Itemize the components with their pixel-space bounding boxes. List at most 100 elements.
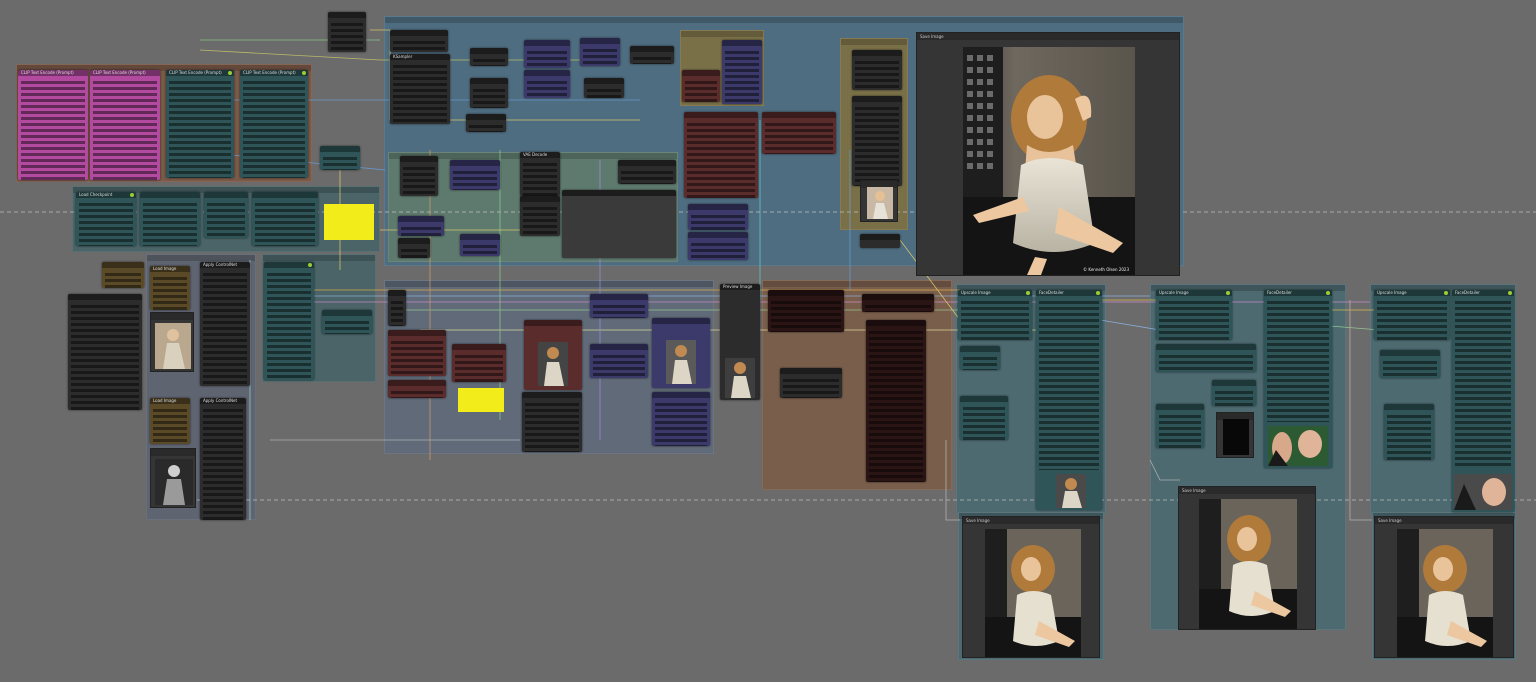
text-display-node[interactable] [562,190,676,258]
model-node-c[interactable] [466,114,506,132]
status-dot-icon [1096,291,1100,295]
pose-image-node-1[interactable] [150,312,194,372]
purple-node-lower-1[interactable] [590,294,648,318]
upscale-node-1a[interactable]: Upscale Image [958,290,1032,340]
empty-latent-node[interactable] [252,192,318,246]
node-graph-canvas[interactable]: CLIP Text Encode (Prompt) CLIP Text Enco… [0,0,1536,682]
checkpoint-loader-node[interactable]: Load Checkpoint [76,192,136,246]
save-image-node[interactable]: Save Image © Kenneth Olsen 2023 [916,32,1180,276]
upscale-node-3b[interactable] [1380,350,1440,378]
controlnet-small-node[interactable] [322,310,372,334]
small-brown-node[interactable] [780,368,842,398]
load-image-node-1[interactable]: Load Image [150,266,190,310]
preview-node-olive[interactable] [860,180,898,222]
upscale-node-3c[interactable] [1384,404,1434,460]
conditioning-node-2[interactable] [524,70,570,98]
upscale-node-2a[interactable]: Upscale Image [1156,290,1232,340]
reroute-node[interactable] [630,46,674,64]
upscale-node-1b[interactable] [960,346,1000,370]
pose-portrait-1 [155,323,191,369]
final-portrait-2 [1199,499,1297,629]
purple-node-lower-2[interactable] [590,344,648,378]
watermark-text: © Kenneth Olsen 2023 [1083,267,1129,272]
purple-node-bottom[interactable] [460,234,500,256]
model-node-a[interactable] [470,48,508,66]
detailer-crop-image-3 [1454,474,1512,510]
face-detailer-node-2[interactable]: FaceDetailer [1264,290,1332,468]
face-detailer-node-3[interactable]: FaceDetailer [1452,290,1514,512]
sampler-settings-node[interactable] [390,30,448,52]
image-save-node-olive[interactable] [682,70,720,102]
conditioning-node-3[interactable] [580,38,620,66]
save-image-node-3[interactable]: Save Image [1374,516,1514,658]
prompt-text-node-brown-1[interactable] [768,290,844,332]
save-image-title: Save Image [920,34,944,39]
small-olive-node[interactable] [860,234,900,248]
purple-preview-node[interactable] [652,318,710,388]
ksampler-node-1[interactable]: KSampler [390,54,450,124]
status-dot-icon [1326,291,1330,295]
preview-portrait-lower-1 [538,342,568,386]
preview-node-dark[interactable]: Preview Image [720,284,760,400]
settings-node-olive-2[interactable] [852,96,902,186]
purple-node-right-2[interactable] [688,232,748,260]
latent-node[interactable] [584,78,624,98]
conditioning-node-1[interactable] [524,40,570,68]
prompt-maroon-small[interactable] [762,112,836,154]
small-dark-node[interactable] [398,238,430,258]
controlnet-node-1[interactable]: Apply ControlNet [200,262,250,386]
status-dot-icon [1026,291,1030,295]
save-image-node-2[interactable]: Save Image [1178,486,1316,630]
settings-node-lower[interactable] [522,392,582,452]
prompt-text-node-brown-2[interactable] [862,294,934,312]
mask-preview-node[interactable] [1216,412,1254,458]
status-dot-icon [1444,291,1448,295]
image-output-node[interactable] [520,196,560,236]
save-image-node-1[interactable]: Save Image [962,516,1100,658]
purple-node-lower-3[interactable] [652,392,710,446]
positive-prompt-node[interactable]: CLIP Text Encode (Prompt) [18,70,88,180]
lora-node-green[interactable] [398,216,444,236]
small-green-node[interactable] [618,160,676,184]
load-image-node-2[interactable]: Load Image [150,398,190,444]
model-node-b[interactable] [470,78,508,108]
reroute-stack[interactable] [388,290,406,326]
note-yellow-1[interactable] [324,204,374,240]
controlnet-node-2[interactable]: Apply ControlNet [200,398,246,520]
upscale-node-3a[interactable]: Upscale Image [1374,290,1450,340]
note-yellow-2[interactable] [458,388,504,412]
upscale-node-2d[interactable] [1212,380,1256,406]
seed-node[interactable] [328,12,366,52]
text-encode-node-2[interactable]: CLIP Text Encode (Prompt) [240,70,308,178]
final-portrait-1 [985,529,1081,657]
maroon-node-lower-2[interactable] [388,380,446,398]
upscale-node-1c[interactable] [960,396,1008,440]
prompt-maroon-node[interactable] [684,112,758,198]
clip-node-green-1[interactable] [400,156,438,196]
settings-list-node[interactable] [68,294,142,410]
final-portrait-3 [1397,529,1493,657]
purple-node-right-1[interactable] [688,204,748,230]
prompt-list-node[interactable] [866,320,926,482]
pose-image-node-2[interactable] [150,448,196,508]
maroon-node-lower-1[interactable] [388,330,446,376]
status-dot-icon [1508,291,1512,295]
maroon-preview-node[interactable] [524,320,582,390]
load-image-node-top[interactable] [102,262,144,288]
face-detailer-node-1[interactable]: FaceDetailer [1036,290,1102,510]
small-node-primitive[interactable] [320,146,360,170]
vae-decode-node[interactable]: VAE Decode [520,152,560,196]
portrait-image-icon [867,187,893,219]
controlnet-apply-node[interactable] [264,262,314,380]
clip-node-green-2[interactable] [450,160,500,190]
negative-prompt-node[interactable]: CLIP Text Encode (Prompt) [90,70,160,180]
main-portrait-image: © Kenneth Olsen 2023 [963,47,1135,275]
upscale-node-2c[interactable] [1156,404,1204,448]
lora-loader-node[interactable] [140,192,200,246]
style-node-olive[interactable] [722,40,762,104]
vae-loader-node[interactable] [204,192,248,238]
text-encode-node-1[interactable]: CLIP Text Encode (Prompt) [166,70,234,178]
upscale-node-2b[interactable] [1156,344,1256,372]
settings-node-olive-1[interactable] [852,50,902,90]
maroon-node-lower-3[interactable] [452,344,506,382]
